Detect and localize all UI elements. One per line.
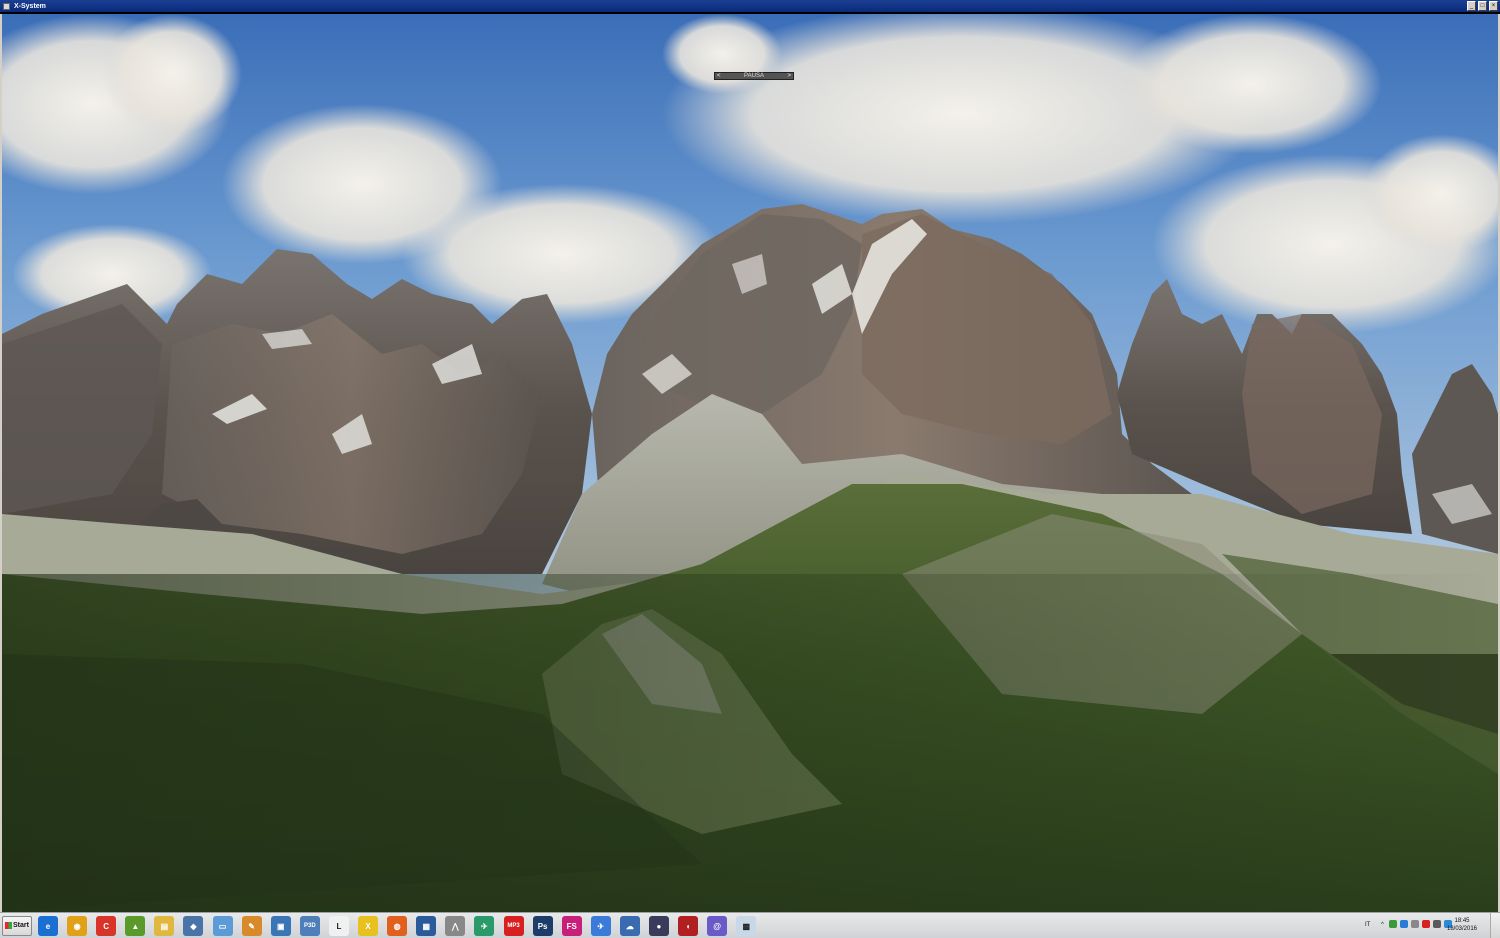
remote-desktop-icon[interactable]: ▣ xyxy=(270,916,291,936)
tray-icon-3[interactable] xyxy=(1411,920,1419,928)
tray-icon-1[interactable] xyxy=(1389,920,1397,928)
globe-app-icon[interactable]: ● xyxy=(648,916,669,936)
paint-tool-icon[interactable]: ✎ xyxy=(241,916,262,936)
network-tool-icon[interactable]: ◆ xyxy=(183,916,204,936)
close-button[interactable]: × xyxy=(1489,1,1498,11)
plane-maker-icon[interactable]: ✈ xyxy=(474,916,495,936)
scenery-render xyxy=(2,14,1498,912)
route-planner-icon[interactable]: ⋀ xyxy=(445,916,466,936)
clock[interactable]: 18:45 18/03/2016 xyxy=(1442,917,1482,933)
taskbar: Start e ◉ C ▲ ▤ ◆ ▭ ✎ ▣ P3D L X ◍ ▦ ⋀ ✈ MP3 Ps FS ✈ ☁ ● ◖ @ ▩ IT… xyxy=(0,912,1500,938)
tray-icon-2[interactable] xyxy=(1400,920,1408,928)
window-controls: _ □ × xyxy=(1467,1,1498,11)
system-tray: IT ^ 18:45 18/03/2016 xyxy=(1362,913,1500,938)
tray-icon-4[interactable] xyxy=(1422,920,1430,928)
file-explorer-icon[interactable]: ▤ xyxy=(154,916,175,936)
cloud-app-icon[interactable]: ☁ xyxy=(619,916,640,936)
previous-arrow-icon[interactable]: < xyxy=(717,73,721,80)
flight-app-icon[interactable]: ✈ xyxy=(590,916,611,936)
start-label: Start xyxy=(13,922,29,929)
simulator-viewport[interactable]: < PAUSA > xyxy=(0,14,1500,912)
chevron-up-icon[interactable]: ^ xyxy=(1381,922,1384,928)
language-indicator[interactable]: IT xyxy=(1365,922,1370,928)
minimize-button[interactable]: _ xyxy=(1467,1,1476,11)
pause-banner[interactable]: < PAUSA > xyxy=(714,72,794,80)
text-editor-icon[interactable]: L xyxy=(328,916,349,936)
window-title: X-System xyxy=(14,3,46,10)
pause-label: PAUSA xyxy=(744,73,764,79)
x-plane-icon[interactable]: X xyxy=(358,916,379,936)
maximize-button[interactable]: □ xyxy=(1478,1,1487,11)
app-icon xyxy=(3,3,10,10)
tray-icon-5[interactable] xyxy=(1433,920,1441,928)
media-center-icon[interactable]: ▦ xyxy=(416,916,437,936)
windows-logo-icon xyxy=(5,922,12,929)
red-app-icon[interactable]: ◖ xyxy=(678,916,699,936)
notepad-icon[interactable]: ▭ xyxy=(212,916,233,936)
chrome-icon[interactable]: ◉ xyxy=(67,916,88,936)
android-tool-icon[interactable]: ▲ xyxy=(125,916,146,936)
firefox-icon[interactable]: ◍ xyxy=(387,916,408,936)
start-button[interactable]: Start xyxy=(2,916,32,936)
pinned-apps: e ◉ C ▲ ▤ ◆ ▭ ✎ ▣ P3D L X ◍ ▦ ⋀ ✈ MP3 Ps FS ✈ ☁ ● ◖ @ ▩ xyxy=(38,916,765,936)
clock-time: 18:45 xyxy=(1454,918,1470,924)
mp3-converter-icon[interactable]: MP3 xyxy=(503,916,524,936)
prepar3d-icon[interactable]: P3D xyxy=(299,916,320,936)
ccleaner-icon[interactable]: C xyxy=(96,916,117,936)
clock-date: 18/03/2016 xyxy=(1446,926,1478,932)
photoshop-icon[interactable]: Ps xyxy=(532,916,553,936)
internet-explorer-icon[interactable]: e xyxy=(38,916,58,936)
fs-tool-icon[interactable]: FS xyxy=(561,916,582,936)
show-desktop-button[interactable] xyxy=(1490,913,1500,938)
window-title-bar[interactable]: X-System _ □ × xyxy=(0,0,1500,13)
spiral-app-icon[interactable]: @ xyxy=(707,916,728,936)
scenery-tool-icon[interactable]: ▩ xyxy=(736,916,757,936)
next-arrow-icon[interactable]: > xyxy=(787,73,791,80)
